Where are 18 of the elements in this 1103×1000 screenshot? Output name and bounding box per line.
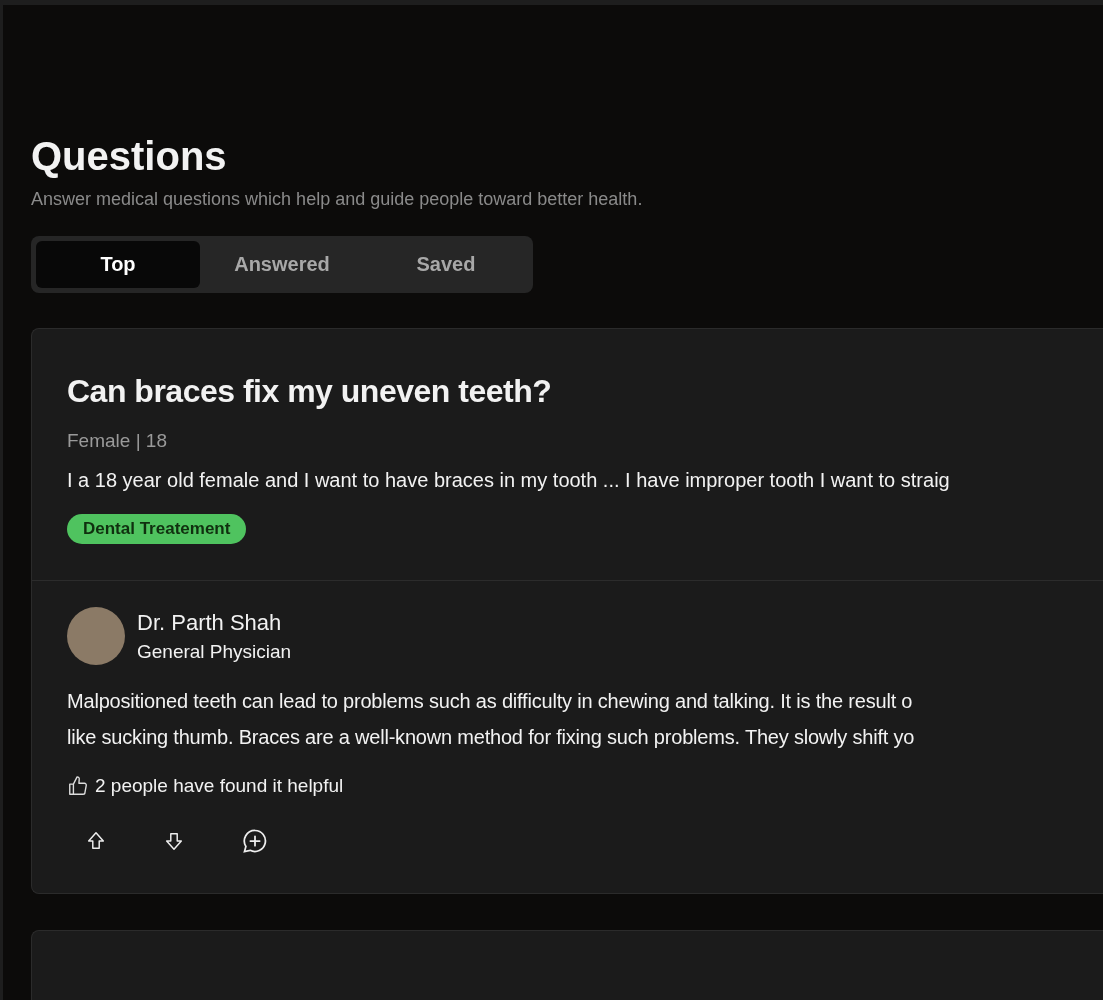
patient-info: Female | 18 <box>67 430 168 452</box>
page-title: Questions <box>31 133 228 179</box>
doctor-specialty: General Physician <box>137 640 292 663</box>
tab[interactable]: Top <box>36 241 200 288</box>
page-subtitle: Answer medical questions which help and guide people toward better health. <box>31 189 644 210</box>
upvote-icon[interactable] <box>85 830 107 852</box>
doctor-name: Dr. Parth Shah <box>137 609 283 636</box>
answer-text: Malpositioned teeth can lead to problems such as difficulty in chewing and talking. It is the result o like sucking thumb. Braces are a well-known method for fixing such problems. They slowly shift yo <box>67 689 916 750</box>
downvote-icon[interactable] <box>163 830 185 852</box>
helpful-count: 2 people have found it helpful <box>95 775 344 797</box>
thumbs-up-icon <box>67 775 89 797</box>
add-comment-icon[interactable] <box>241 827 269 855</box>
tab[interactable]: Saved <box>364 241 528 288</box>
question-title: Can braces fix my uneven teeth? <box>67 373 553 410</box>
question-text: I a 18 year old female and I want to have braces in my tooth ... I have improper tooth I want to straig <box>67 469 951 492</box>
tab[interactable]: Answered <box>200 241 364 288</box>
avatar <box>67 607 125 665</box>
category-tag: Dental Treatement <box>67 514 247 544</box>
